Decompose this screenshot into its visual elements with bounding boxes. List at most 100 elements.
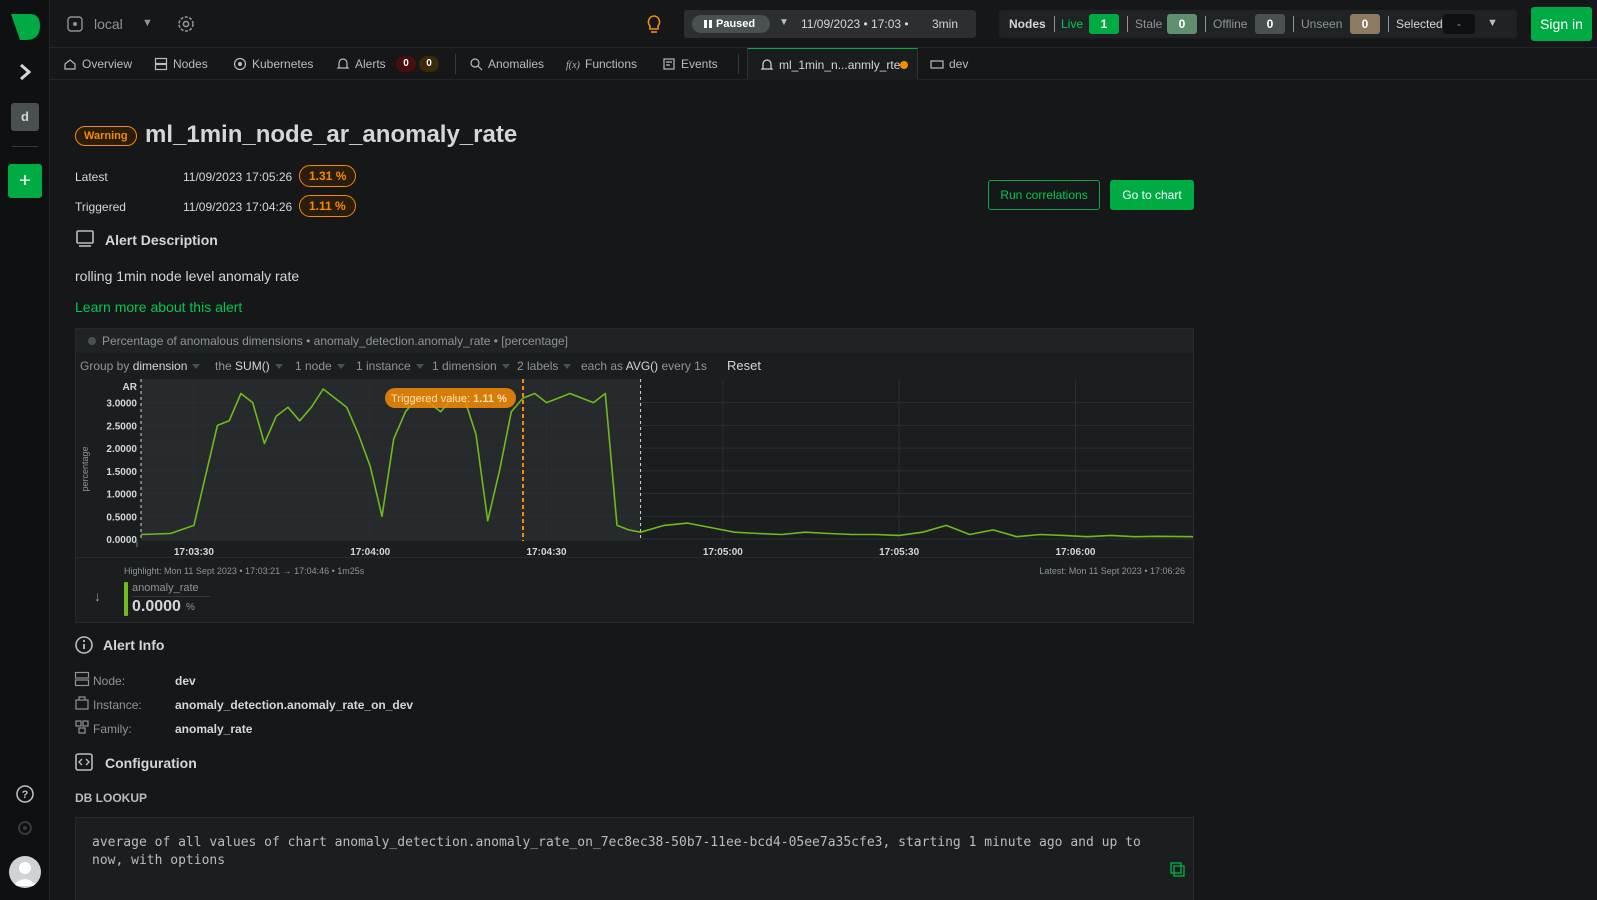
chart-legend: Highlight: Mon 11 Sept 2023 • 17:03:21 →…: [76, 557, 1193, 623]
workspace-name[interactable]: local: [94, 16, 123, 32]
offline-label: Offline: [1213, 17, 1248, 31]
bell-icon: [336, 58, 350, 69]
tab-overview[interactable]: Overview: [63, 48, 143, 80]
unseen-label: Unseen: [1301, 17, 1343, 31]
learn-more-link[interactable]: Learn more about this alert: [75, 299, 242, 315]
chevron-down-icon: [336, 364, 345, 369]
playback-status[interactable]: Paused: [692, 15, 770, 33]
live-label: Live: [1061, 17, 1084, 31]
gear-icon[interactable]: [176, 14, 196, 34]
db-lookup-title: DB LOOKUP: [75, 791, 147, 805]
y-tick-label: 2.0000: [106, 444, 137, 455]
alert-info-title: Alert Info: [103, 637, 165, 653]
tab-alert-detail[interactable]: ml_1min_n...anmly_rte: [747, 48, 918, 80]
help-icon[interactable]: ?: [14, 783, 36, 805]
selected-count[interactable]: -: [1443, 14, 1475, 34]
workspace-icon[interactable]: [66, 15, 84, 33]
divider: [1054, 16, 1055, 32]
settings-ring-icon[interactable]: [16, 819, 34, 837]
user-avatar[interactable]: [9, 856, 41, 888]
family-icon: [75, 720, 89, 734]
tab-anomalies[interactable]: Anomalies: [469, 48, 557, 80]
sign-in-button[interactable]: Sign in: [1531, 7, 1592, 41]
labels-filter[interactable]: 2 labels: [517, 359, 572, 373]
live-count[interactable]: 1: [1089, 14, 1119, 34]
chevron-down-icon[interactable]: ▼: [1487, 17, 1498, 29]
tab-label: Functions: [585, 57, 638, 71]
dimension-name[interactable]: anomaly_rate: [132, 582, 210, 597]
reset-button[interactable]: Reset: [727, 358, 761, 373]
pause-icon: [704, 20, 712, 28]
node-value: dev: [175, 674, 196, 688]
group-by-value: dimension: [132, 359, 188, 373]
critical-alerts-badge[interactable]: 0: [396, 56, 416, 72]
instance-value: anomaly_detection.anomaly_rate_on_dev: [175, 698, 414, 712]
stale-count[interactable]: 0: [1167, 14, 1197, 34]
top-bar: local ▼ Paused ▼ 11/09/2023 • 17:03 • 3m…: [50, 0, 1597, 48]
chevron-down-icon: [501, 364, 510, 369]
netdata-logo[interactable]: [8, 10, 42, 44]
chart-info-icon: i: [136, 539, 138, 549]
page-title: ml_1min_node_ar_anomaly_rate: [145, 121, 518, 148]
y-unit-label: AR: [123, 382, 138, 393]
time-aggregation-value: AVG(): [625, 359, 659, 373]
code-icon: [75, 753, 93, 771]
tab-kubernetes[interactable]: Kubernetes: [233, 48, 323, 80]
lightbulb-icon[interactable]: [643, 13, 665, 35]
y-tick-label: 0.0000: [106, 535, 137, 546]
tab-alerts[interactable]: Alerts 0 0: [336, 48, 452, 80]
configuration-title: Configuration: [105, 755, 197, 771]
chart-plot[interactable]: 0.0000 0.5000 1.0000 1.5000 2.0000 2.5000 3.00…: [76, 379, 1193, 559]
unseen-count[interactable]: 0: [1350, 14, 1380, 34]
family-label: Family:: [93, 722, 132, 736]
tab-label: Anomalies: [488, 57, 545, 71]
instance-label: Instance:: [93, 698, 142, 712]
go-to-chart-button[interactable]: Go to chart: [1110, 180, 1194, 210]
time-picker[interactable]: Paused ▼ 11/09/2023 • 17:03 • 3min: [684, 10, 976, 38]
space-avatar[interactable]: d: [11, 103, 39, 131]
tab-divider: [455, 54, 456, 74]
nodes-status-bar[interactable]: Nodes Live 1 Stale 0 Offline 0 Unseen 0 …: [999, 10, 1517, 38]
unsaved-dot: [900, 61, 908, 69]
y-tick-label: 0.5000: [106, 512, 137, 523]
tab-divider: [738, 54, 739, 74]
tab-label: Alerts: [355, 57, 386, 71]
each-as-label: each as: [581, 359, 624, 373]
tab-events[interactable]: Events: [662, 48, 732, 80]
tab-nodes[interactable]: Nodes: [154, 48, 224, 80]
tab-dev[interactable]: dev: [930, 48, 990, 80]
latest-label: Latest: [75, 170, 108, 184]
chevron-down-icon[interactable]: ▼: [779, 17, 789, 28]
chevron-down-icon: [274, 364, 283, 369]
tab-functions[interactable]: f(x) Functions: [566, 48, 646, 80]
events-icon: [663, 58, 675, 70]
warning-alerts-badge[interactable]: 0: [419, 56, 439, 72]
aggregation-control[interactable]: the SUM(): [215, 359, 283, 373]
time-range-duration: 3min: [932, 17, 959, 31]
tab-label: Overview: [82, 57, 133, 71]
status-badge: Warning: [75, 126, 137, 146]
run-correlations-button[interactable]: Run correlations: [988, 180, 1100, 210]
y-tick-label: 1.0000: [106, 490, 137, 501]
triggered-value-badge: 1.11 %: [299, 195, 356, 217]
nodes-filter[interactable]: 1 node: [295, 359, 345, 373]
time-aggregation-control[interactable]: each as AVG() every 1s: [581, 359, 707, 373]
left-rail: d + ?: [0, 0, 50, 900]
group-by-control[interactable]: Group by dimension: [80, 359, 201, 373]
bell-icon: [760, 59, 774, 70]
alert-detail-page: Warning ml_1min_node_ar_anomaly_rate Lat…: [50, 81, 1597, 900]
offline-count[interactable]: 0: [1255, 14, 1285, 34]
info-icon: [75, 636, 93, 654]
arrow-down-icon[interactable]: ↓: [94, 588, 101, 604]
expand-sidebar-icon[interactable]: [15, 62, 35, 82]
instances-filter[interactable]: 1 instance: [356, 359, 424, 373]
dimensions-filter[interactable]: 1 dimension: [432, 359, 510, 373]
server-icon: [154, 57, 168, 71]
copy-icon[interactable]: [1169, 861, 1185, 877]
latest-value-badge: 1.31 %: [299, 165, 357, 187]
dimension-unit: %: [186, 602, 195, 613]
add-space-button[interactable]: +: [8, 164, 42, 198]
latest-timestamp: Latest: Mon 11 Sept 2023 • 17:06:26: [1039, 566, 1185, 576]
chevron-down-icon[interactable]: ▼: [142, 17, 153, 29]
y-tick-label: 2.5000: [106, 421, 137, 432]
